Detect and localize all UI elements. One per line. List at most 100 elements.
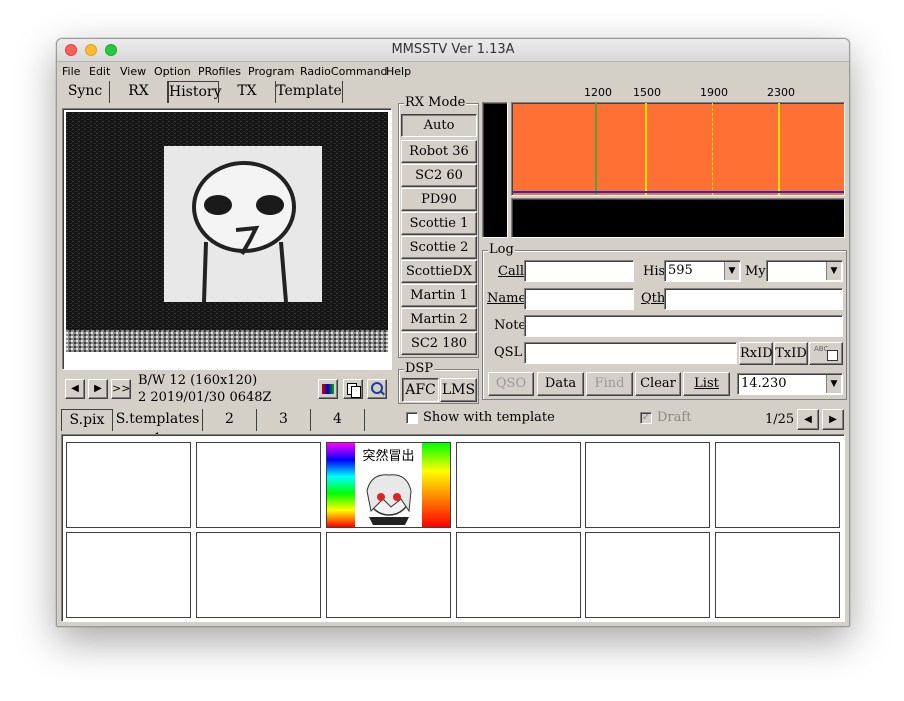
rx-mode-label: RX Mode — [404, 95, 467, 110]
chevron-down-icon[interactable]: ▼ — [826, 375, 841, 393]
tab-sync[interactable]: Sync — [61, 81, 110, 103]
close-window-button[interactable] — [65, 44, 77, 56]
thumbnail-slot[interactable] — [585, 532, 710, 618]
thumbnail-slot[interactable] — [715, 442, 840, 528]
tab-template[interactable]: Template — [276, 81, 343, 103]
freq-tick-2300: 2300 — [767, 86, 795, 99]
mode-robot36-button[interactable]: Robot 36 — [401, 140, 477, 163]
menu-edit[interactable]: Edit — [89, 65, 110, 78]
my-rst-select[interactable]: ▼ — [766, 260, 843, 282]
menu-profiles[interactable]: PRofiles — [198, 65, 241, 78]
thumbnail-slot[interactable] — [66, 532, 191, 618]
fast-forward-button[interactable]: >> — [111, 379, 131, 399]
his-rst-select[interactable]: 595 ▼ — [664, 260, 741, 282]
minimize-window-button[interactable] — [85, 44, 97, 56]
zoom-button[interactable] — [367, 379, 387, 399]
menu-bar: File Edit View Option PRofiles Program R… — [57, 63, 849, 81]
menu-help[interactable]: Help — [386, 65, 411, 78]
waterfall-display[interactable] — [511, 198, 845, 238]
spectrum-display[interactable] — [511, 102, 845, 196]
copy-button[interactable] — [343, 379, 363, 399]
menu-program[interactable]: Program — [248, 65, 294, 78]
show-template-checkbox[interactable] — [406, 412, 418, 424]
mode-sc2-180-button[interactable]: SC2 180 — [401, 332, 477, 355]
his-label: His — [643, 264, 666, 279]
name-label: Name — [487, 291, 527, 306]
lms-toggle[interactable]: LMS — [440, 378, 477, 402]
thumbnail-slot[interactable] — [456, 442, 581, 528]
received-picture — [66, 112, 388, 352]
mode-scottie2-button[interactable]: Scottie 2 — [401, 236, 477, 259]
color-palette-button[interactable] — [318, 379, 338, 399]
copy-icon-back — [351, 386, 361, 398]
mode-pd90-button[interactable]: PD90 — [401, 188, 477, 211]
qsl-field[interactable] — [524, 342, 737, 364]
image-mode-info: B/W 12 (160x120) — [138, 373, 258, 388]
menu-file[interactable]: File — [62, 65, 80, 78]
tab-rx[interactable]: RX — [110, 81, 168, 103]
mode-scottie1-button[interactable]: Scottie 1 — [401, 212, 477, 235]
find-button[interactable]: Find — [586, 372, 633, 396]
qth-field[interactable] — [664, 288, 843, 310]
thumbnail-slot[interactable] — [585, 442, 710, 528]
chevron-down-icon[interactable]: ▼ — [724, 262, 739, 280]
afc-toggle[interactable]: AFC — [402, 378, 439, 402]
thumbnail-slot[interactable] — [196, 442, 321, 528]
thumbnail-slot[interactable] — [456, 532, 581, 618]
tab-stemplates-2[interactable]: 2 — [203, 409, 257, 431]
menu-radiocommand[interactable]: RadioCommand — [300, 65, 387, 78]
image-date-info: 2 2019/01/30 0648Z — [138, 390, 272, 405]
freq-tick-1200: 1200 — [584, 86, 612, 99]
marker-1500 — [645, 103, 647, 195]
thumbnail-slot[interactable] — [66, 442, 191, 528]
rxid-button[interactable]: RxID — [739, 342, 773, 365]
frequency-value: 14.230 — [741, 376, 787, 391]
tab-stemplates-3[interactable]: 3 — [257, 409, 311, 431]
title-bar: MMSSTV Ver 1.13A — [57, 39, 849, 62]
clear-button[interactable]: Clear — [635, 372, 681, 396]
thumbnail-slot-filled[interactable]: 突然冒出 — [326, 442, 451, 528]
mode-martin1-button[interactable]: Martin 1 — [401, 284, 477, 307]
chevron-down-icon[interactable]: ▼ — [826, 262, 841, 280]
name-field[interactable] — [524, 288, 634, 310]
data-button[interactable]: Data — [537, 372, 584, 396]
draft-checkbox[interactable]: ✓ — [640, 412, 652, 424]
note-field[interactable] — [524, 315, 843, 337]
zoom-window-button[interactable] — [105, 44, 117, 56]
frequency-select[interactable]: 14.230 ▼ — [737, 373, 843, 395]
abc-button[interactable]: ABC — [809, 342, 843, 365]
menu-view[interactable]: View — [120, 65, 146, 78]
sync-marker-1200 — [595, 103, 597, 195]
txid-button[interactable]: TxID — [774, 342, 808, 365]
menu-option[interactable]: Option — [154, 65, 191, 78]
log-label: Log — [488, 242, 515, 257]
spectrum-baseline — [512, 191, 844, 193]
thumbnail-slot[interactable] — [715, 532, 840, 618]
thumbnail-slot[interactable] — [326, 532, 451, 618]
tab-history[interactable]: History — [168, 81, 222, 103]
qso-button[interactable]: QSO — [488, 372, 534, 396]
draft-label: Draft — [657, 410, 692, 425]
page-prev-button[interactable]: ◀ — [797, 409, 819, 430]
call-field[interactable] — [524, 260, 634, 282]
list-button[interactable]: List — [683, 372, 730, 396]
tab-stemplates-4[interactable]: 4 — [311, 409, 365, 431]
mode-sc2-60-button[interactable]: SC2 60 — [401, 164, 477, 187]
tab-tx[interactable]: TX — [219, 81, 276, 103]
prev-image-button[interactable]: ◀ — [65, 379, 85, 399]
mode-auto-button[interactable]: Auto — [401, 114, 477, 137]
next-image-button[interactable]: ▶ — [88, 379, 108, 399]
tab-spix[interactable]: S.pix — [61, 409, 113, 431]
mode-martin2-button[interactable]: Martin 2 — [401, 308, 477, 331]
thumbnail-slot[interactable] — [196, 532, 321, 618]
page-indicator: 1/25 — [765, 412, 795, 427]
image-viewer[interactable] — [62, 108, 392, 370]
mode-scottiedx-button[interactable]: ScottieDX — [401, 260, 477, 283]
rainbow-left — [327, 443, 355, 527]
marker-1900 — [712, 103, 713, 195]
window-title: MMSSTV Ver 1.13A — [391, 42, 515, 57]
page-next-button[interactable]: ▶ — [822, 409, 844, 430]
received-image — [66, 112, 388, 352]
qth-label: Qth — [641, 291, 666, 306]
tab-stemplates-1[interactable]: S.templates 1 — [113, 409, 203, 447]
